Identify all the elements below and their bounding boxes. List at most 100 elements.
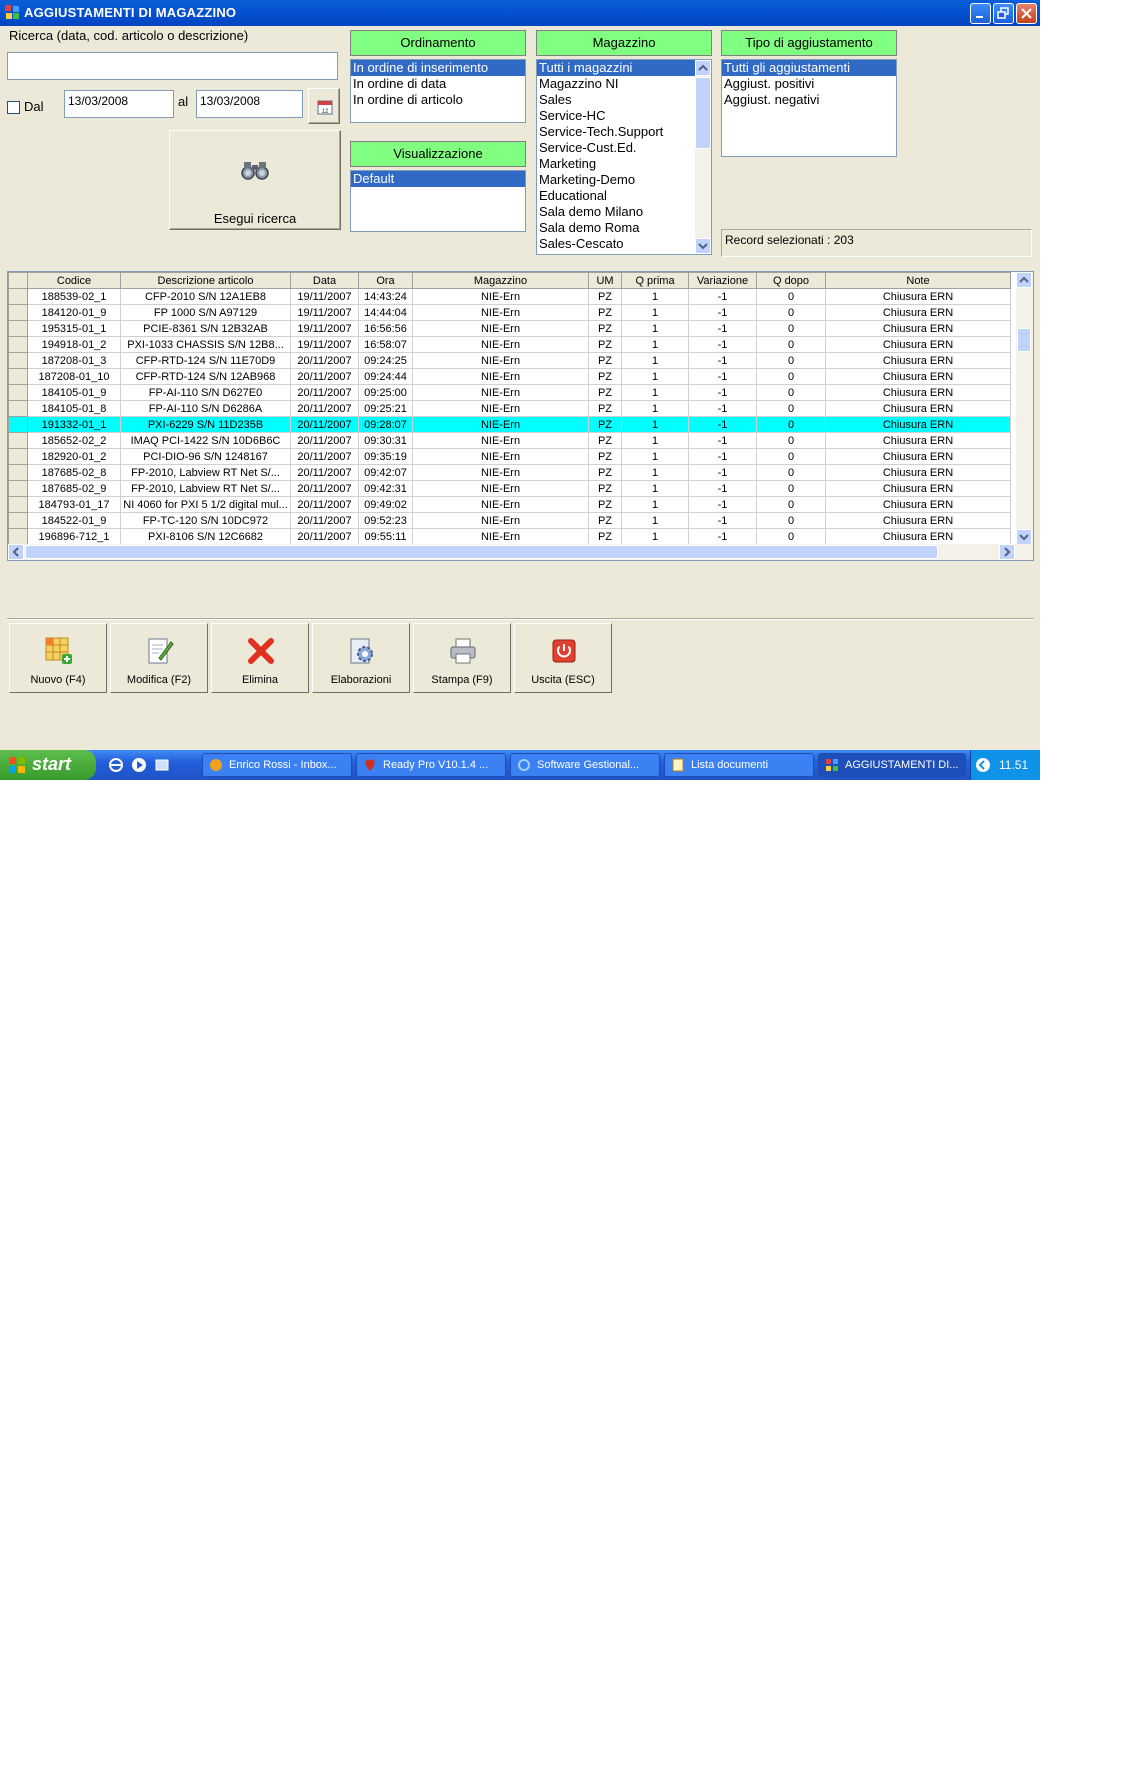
table-row[interactable]: 184793-01_17 NI 4060 for PXI 5 1/2 digita… (8, 496, 1011, 513)
table-row[interactable]: 194918-01_2 PXI-1033 CHASSIS S/N 12B8... 1… (8, 336, 1011, 353)
grid-scroll-thumb[interactable] (1017, 328, 1031, 352)
table-row[interactable]: 196896-712_1 PXI-8106 S/N 12C6682 20/11/20… (8, 528, 1011, 545)
grid-scroll-right-button[interactable] (999, 544, 1015, 560)
magazzino-item[interactable]: Tutti i magazzini (537, 60, 711, 76)
ordinamento-item[interactable]: In ordine di inserimento (351, 60, 525, 76)
scroll-up-button[interactable] (695, 60, 711, 76)
row-indicator[interactable] (8, 464, 28, 481)
start-button[interactable]: start (0, 750, 96, 780)
grid-scroll-left-button[interactable] (8, 544, 24, 560)
magazzino-item[interactable]: Sales-Cescato (537, 236, 711, 252)
chevron-left-tray-icon[interactable] (975, 757, 991, 773)
magazzino-item[interactable]: Magazzino NI (537, 76, 711, 92)
ordinamento-item[interactable]: In ordine di articolo (351, 92, 525, 108)
column-header[interactable]: Descrizione articolo (120, 272, 291, 289)
visualizzazione-item[interactable]: Default (351, 171, 525, 187)
taskbar-item[interactable]: Enrico Rossi - Inbox... (202, 753, 352, 777)
column-header[interactable]: Q prima (621, 272, 689, 289)
grid-vertical-scrollbar[interactable] (1016, 272, 1033, 545)
magazzino-item[interactable]: Sales (537, 92, 711, 108)
magazzino-item[interactable]: Marketing (537, 156, 711, 172)
column-header[interactable]: Magazzino (412, 272, 589, 289)
grid-scroll-up-button[interactable] (1016, 272, 1032, 288)
row-indicator[interactable] (9, 561, 28, 562)
uscita-button[interactable]: Uscita (ESC) (514, 623, 612, 693)
row-indicator[interactable] (8, 336, 28, 353)
elaborazioni-button[interactable]: Elaborazioni (312, 623, 410, 693)
ie-quicklaunch-icon[interactable] (108, 757, 124, 773)
table-row[interactable]: 195315-01_1 PCIE-8361 S/N 12B32AB 19/11/20… (8, 320, 1011, 337)
grid-hscroll-thumb[interactable] (25, 545, 938, 559)
row-indicator[interactable] (8, 496, 28, 513)
tipo-item[interactable]: Aggiust. positivi (722, 76, 896, 92)
column-header[interactable]: Data (290, 272, 359, 289)
row-indicator[interactable] (8, 400, 28, 417)
tipo-item[interactable]: Tutti gli aggiustamenti (722, 60, 896, 76)
search-input[interactable] (7, 52, 338, 80)
taskbar-item[interactable]: Ready Pro V10.1.4 ... (356, 753, 506, 777)
row-indicator[interactable] (8, 368, 28, 385)
scroll-down-button[interactable] (695, 238, 711, 254)
date-from-field[interactable]: 13/03/2008 (64, 90, 174, 118)
magazzino-item[interactable]: Service-Cust.Ed. (537, 140, 711, 156)
table-row[interactable]: 185652-02_2 IMAQ PCI-1422 S/N 10D6B6C 20/1… (8, 432, 1011, 449)
row-indicator[interactable] (8, 416, 28, 433)
table-row[interactable]: 188539-02_1 CFP-2010 S/N 12A1EB8 19/11/200… (8, 288, 1011, 305)
magazzino-scrollbar[interactable] (695, 60, 711, 254)
taskbar-item[interactable]: Lista documenti (664, 753, 814, 777)
table-row[interactable]: 184105-01_9 FP-AI-110 S/N D627E0 20/11/200… (8, 384, 1011, 401)
row-indicator[interactable] (8, 320, 28, 337)
row-indicator[interactable] (8, 528, 28, 545)
column-header[interactable]: UM (588, 272, 622, 289)
date-to-field[interactable]: 13/03/2008 (196, 90, 303, 118)
table-row[interactable]: 187208-01_3 CFP-RTD-124 S/N 11E70D9 20/11/… (8, 352, 1011, 369)
stampa-button[interactable]: Stampa (F9) (413, 623, 511, 693)
table-row[interactable]: 187208-01_10 CFP-RTD-124 S/N 12AB968 20/11… (8, 368, 1011, 385)
row-indicator[interactable] (8, 432, 28, 449)
modifica-button[interactable]: Modifica (F2) (110, 623, 208, 693)
magazzino-item[interactable]: Service-HC (537, 108, 711, 124)
dal-checkbox[interactable] (7, 101, 20, 114)
tipo-item[interactable]: Aggiust. negativi (722, 92, 896, 108)
scroll-thumb[interactable] (695, 77, 711, 149)
magazzino-item[interactable]: Sala demo Roma (537, 220, 711, 236)
grid-scroll-down-button[interactable] (1016, 529, 1032, 545)
taskbar-item[interactable]: Software Gestional... (510, 753, 660, 777)
restore-button[interactable] (993, 3, 1014, 24)
row-indicator[interactable] (8, 512, 28, 529)
taskbar-item-active[interactable]: AGGIUSTAMENTI DI... (818, 753, 966, 777)
column-header[interactable]: Variazione (688, 272, 757, 289)
table-row[interactable]: 184105-01_8 FP-AI-110 S/N D6286A 20/11/200… (8, 400, 1011, 417)
magazzino-item[interactable]: Marketing-Demo (537, 172, 711, 188)
column-header[interactable]: Ora (358, 272, 413, 289)
table-row[interactable]: 192317-01_1USB-6501 S/N 12ACD5427/11/200… (9, 561, 1011, 562)
column-header[interactable]: Codice (27, 272, 121, 289)
row-indicator[interactable] (8, 304, 28, 321)
column-header[interactable]: Q dopo (756, 272, 826, 289)
row-indicator[interactable] (8, 352, 28, 369)
row-indicator[interactable] (8, 288, 28, 305)
ordinamento-item[interactable]: In ordine di data (351, 76, 525, 92)
media-player-quicklaunch-icon[interactable] (131, 757, 147, 773)
magazzino-item[interactable]: Educational (537, 188, 711, 204)
elimina-button[interactable]: Elimina (211, 623, 309, 693)
calendar-button[interactable]: 12 (308, 88, 340, 124)
magazzino-item[interactable]: Sala demo Milano (537, 204, 711, 220)
row-indicator[interactable] (8, 384, 28, 401)
close-button[interactable] (1016, 3, 1037, 24)
table-row[interactable]: 191332-01_1 PXI-6229 S/N 11D235B 20/11/200… (8, 416, 1011, 433)
magazzino-item[interactable]: Service-Tech.Support (537, 124, 711, 140)
column-header[interactable]: Note (825, 272, 1011, 289)
row-indicator[interactable] (8, 480, 28, 497)
table-row[interactable]: 182920-01_2 PCI-DIO-96 S/N 1248167 20/11/2… (8, 448, 1011, 465)
table-row[interactable]: 184120-01_9 FP 1000 S/N A97129 19/11/2007 1… (8, 304, 1011, 321)
nuovo-button[interactable]: Nuovo (F4) (9, 623, 107, 693)
table-row[interactable]: 187685-02_8 FP-2010, Labview RT Net S/...… (8, 464, 1011, 481)
grid-horizontal-scrollbar[interactable] (8, 544, 1033, 560)
run-search-button[interactable]: Esegui ricerca (169, 130, 341, 230)
table-row[interactable]: 187685-02_9 FP-2010, Labview RT Net S/...… (8, 480, 1011, 497)
row-indicator[interactable] (8, 448, 28, 465)
minimize-button[interactable] (970, 3, 991, 24)
show-desktop-quicklaunch-icon[interactable] (154, 757, 170, 773)
table-row[interactable]: 184522-01_9 FP-TC-120 S/N 10DC972 20/11/20… (8, 512, 1011, 529)
